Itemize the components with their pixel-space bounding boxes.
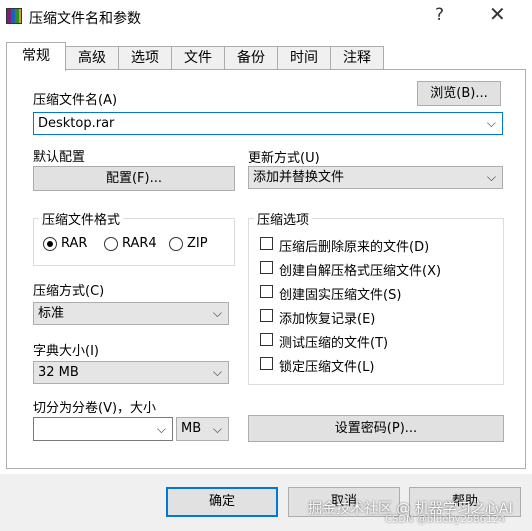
format-rar-label[interactable]: RAR [61,236,87,251]
lock-archive-checkbox[interactable] [260,357,273,370]
dictionary-size-select[interactable]: 32 MB ⌵ [33,361,229,384]
chevron-down-icon[interactable]: ⌵ [487,113,496,134]
format-rar4-radio[interactable] [104,237,118,251]
archive-name-field[interactable]: Desktop.rar ⌵ [33,112,503,135]
tab-advanced[interactable]: 高级 [65,46,119,70]
format-rar4-label[interactable]: RAR4 [122,236,157,251]
recovery-record-checkbox[interactable] [260,309,273,322]
help-icon[interactable]: ? [435,5,444,25]
update-mode-label: 更新方式(U) [248,151,320,166]
sfx-label[interactable]: 创建自解压格式压缩文件(X) [279,260,441,279]
split-size-input[interactable]: ⌵ [33,417,173,441]
recovery-record-label[interactable]: 添加恢复记录(E) [279,308,375,327]
update-mode-select[interactable]: 添加并替换文件 ⌵ [248,166,503,189]
archive-options-group-title: 压缩选项 [254,209,313,228]
test-files-label[interactable]: 测试压缩的文件(T) [279,332,388,351]
dictionary-size-label: 字典大小(I) [33,344,99,359]
format-zip-label[interactable]: ZIP [187,236,208,251]
archive-name-value: Desktop.rar [38,116,115,131]
split-volumes-label: 切分为分卷(V)，大小 [33,401,157,416]
winrar-app-icon [6,8,22,24]
chevron-down-icon: ⌵ [212,422,222,436]
ok-button[interactable]: 确定 [166,487,278,517]
chevron-down-icon[interactable]: ⌵ [157,418,166,440]
test-files-checkbox[interactable] [260,333,273,346]
chevron-down-icon: ⌵ [212,365,222,379]
format-zip-radio[interactable] [169,237,183,251]
watermark-subtext: CSDN @blueby2586124 [385,514,506,525]
update-mode-value: 添加并替换文件 [253,170,345,185]
general-tab-panel: 压缩文件名(A) 浏览(B)... Desktop.rar ⌵ 默认配置 配置(… [6,69,526,469]
solid-archive-label[interactable]: 创建固实压缩文件(S) [279,284,401,303]
compression-method-label: 压缩方式(C) [33,284,105,299]
compression-method-value: 标准 [38,306,65,321]
format-rar-radio[interactable] [43,237,57,251]
chevron-down-icon: ⌵ [486,170,496,184]
delete-after-checkbox[interactable] [260,237,273,250]
tab-comment[interactable]: 注释 [330,46,384,70]
tab-options[interactable]: 选项 [118,46,172,70]
archive-format-group-title: 压缩文件格式 [39,209,124,228]
archive-name-label: 压缩文件名(A) [33,93,118,108]
close-icon[interactable]: ✕ [489,2,506,26]
tab-backup[interactable]: 备份 [224,46,278,70]
compression-method-select[interactable]: 标准 ⌵ [33,302,229,325]
delete-after-label[interactable]: 压缩后删除原来的文件(D) [279,236,429,255]
tab-general[interactable]: 常规 [6,42,66,71]
title-bar: 压缩文件名和参数 ? ✕ [0,0,532,34]
window-title: 压缩文件名和参数 [29,11,141,27]
browse-button[interactable]: 浏览(B)... [417,81,501,106]
tab-files[interactable]: 文件 [171,46,225,70]
chevron-down-icon: ⌵ [212,306,222,320]
profile-button[interactable]: 配置(F)... [33,166,235,191]
set-password-button[interactable]: 设置密码(P)... [248,415,504,442]
split-unit-select[interactable]: MB ⌵ [176,417,229,441]
solid-archive-checkbox[interactable] [260,285,273,298]
lock-archive-label[interactable]: 锁定压缩文件(L) [279,356,374,375]
default-profile-label: 默认配置 [33,150,86,165]
dictionary-size-value: 32 MB [38,365,79,380]
tab-time[interactable]: 时间 [277,46,331,70]
split-unit-value: MB [181,421,202,436]
sfx-checkbox[interactable] [260,261,273,274]
